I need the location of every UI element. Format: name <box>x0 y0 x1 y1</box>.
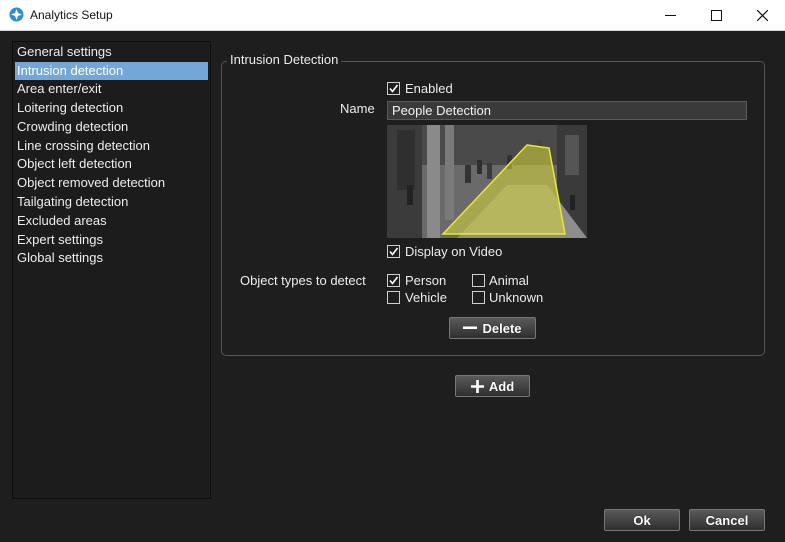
sidebar-item-excluded-areas[interactable]: Excluded areas <box>15 212 208 230</box>
settings-category-list[interactable]: General settings Intrusion detection Are… <box>12 41 211 499</box>
sidebar-item-crowding-detection[interactable]: Crowding detection <box>15 118 208 136</box>
sidebar-item-object-removed-detection[interactable]: Object removed detection <box>15 174 208 192</box>
maximize-icon <box>710 9 722 21</box>
person-checkbox[interactable] <box>387 274 400 287</box>
object-types-label: Object types to detect <box>240 273 366 288</box>
maximize-button[interactable] <box>693 0 739 30</box>
sidebar-item-loitering-detection[interactable]: Loitering detection <box>15 99 208 117</box>
add-button[interactable]: Add <box>455 375 530 397</box>
add-button-label: Add <box>488 378 515 394</box>
unknown-checkbox[interactable] <box>472 291 485 304</box>
cancel-button[interactable]: Cancel <box>689 509 765 531</box>
checkmark-icon <box>389 247 399 256</box>
ok-button[interactable]: Ok <box>604 509 680 531</box>
sidebar-item-global-settings[interactable]: Global settings <box>15 249 208 267</box>
unknown-label: Unknown <box>489 290 544 305</box>
checkmark-icon <box>389 276 399 285</box>
animal-checkbox[interactable] <box>472 274 485 287</box>
animal-label: Animal <box>489 273 529 288</box>
group-title: Intrusion Detection <box>227 52 342 67</box>
window-title: Analytics Setup <box>30 8 113 22</box>
vehicle-label: Vehicle <box>405 290 447 305</box>
ok-button-label: Ok <box>633 512 651 528</box>
checkmark-icon <box>389 84 399 93</box>
vehicle-checkbox[interactable] <box>387 291 400 304</box>
close-button[interactable] <box>739 0 785 30</box>
title-bar: Analytics Setup <box>0 0 785 31</box>
sidebar-item-general-settings[interactable]: General settings <box>15 43 208 61</box>
plus-icon <box>470 379 484 393</box>
display-on-video-label: Display on Video <box>405 244 503 259</box>
sidebar-item-area-enter-exit[interactable]: Area enter/exit <box>15 80 208 98</box>
sidebar-item-line-crossing-detection[interactable]: Line crossing detection <box>15 137 208 155</box>
sidebar-item-object-left-detection[interactable]: Object left detection <box>15 155 208 173</box>
sidebar-item-tailgating-detection[interactable]: Tailgating detection <box>15 193 208 211</box>
minimize-icon <box>664 14 676 16</box>
delete-button[interactable]: Delete <box>449 317 536 339</box>
sidebar-item-intrusion-detection[interactable]: Intrusion detection <box>15 62 208 80</box>
enabled-label: Enabled <box>405 81 453 96</box>
sidebar-item-expert-settings[interactable]: Expert settings <box>15 231 208 249</box>
close-icon <box>756 9 768 21</box>
name-input[interactable] <box>387 101 747 120</box>
delete-button-label: Delete <box>482 320 522 336</box>
person-label: Person <box>405 273 447 288</box>
cancel-button-label: Cancel <box>705 512 749 528</box>
minimize-button[interactable] <box>647 0 693 30</box>
minus-icon <box>463 326 478 329</box>
display-on-video-checkbox[interactable] <box>387 245 400 258</box>
enabled-checkbox[interactable] <box>387 82 400 95</box>
video-preview[interactable] <box>387 125 587 238</box>
dialog-body: General settings Intrusion detection Are… <box>0 31 785 542</box>
name-label: Name <box>340 101 375 116</box>
analytics-app-icon <box>9 7 24 22</box>
